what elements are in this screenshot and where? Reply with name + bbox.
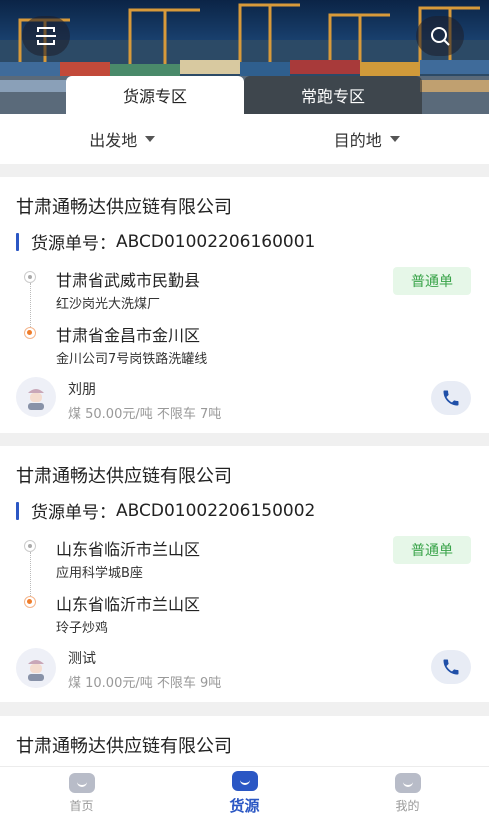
app-root: 货源专区 常跑专区 出发地 目的地 甘肃通畅达供应链有限公司 货源单号： ABC…: [0, 0, 489, 820]
company-name: 甘肃通畅达供应链有限公司: [16, 197, 232, 218]
nav-label: 我的: [395, 799, 420, 813]
order-number: ABCD01002206150002: [116, 500, 316, 521]
origin-filter[interactable]: 出发地: [0, 127, 245, 151]
nav-label: 首页: [69, 799, 94, 813]
price-info: 煤 50.00元/吨 不限车 7吨: [68, 407, 222, 422]
phone-icon: [443, 390, 459, 406]
filter-bar: 出发地 目的地: [0, 114, 489, 164]
driver-name: 测试: [68, 651, 96, 667]
user-avatar-icon: [28, 660, 44, 681]
home-icon: [68, 773, 95, 793]
scan-button[interactable]: [22, 16, 70, 56]
bottom-nav: 首页 货源 我的: [0, 766, 489, 820]
origin-filter-label: 出发地: [89, 131, 138, 150]
origin-dot-icon: [24, 271, 36, 283]
user-avatar-icon: [28, 389, 44, 410]
nav-label: 货源: [229, 797, 260, 815]
price-info: 煤 10.00元/吨 不限车 9吨: [68, 676, 222, 691]
origin-city: 山东省临沂市兰山区: [56, 540, 201, 559]
tab-cargo-zone[interactable]: 货源专区: [66, 76, 244, 114]
route-line: [30, 283, 31, 329]
origin-dot-icon: [24, 540, 36, 552]
order-type-badge: 普通单: [393, 536, 471, 564]
call-button[interactable]: [431, 650, 471, 684]
route-line: [30, 552, 31, 598]
avatar: [16, 648, 56, 688]
cargo-card[interactable]: 甘肃通畅达供应链有限公司 货源单号： ABCD01002206160001 甘肃…: [0, 177, 489, 433]
destination-filter-label: 目的地: [333, 131, 382, 150]
nav-home[interactable]: 首页: [0, 767, 163, 820]
destination-dot-icon: [24, 327, 36, 339]
origin-address: 应用科学城B座: [56, 566, 143, 581]
chevron-down-icon: [145, 136, 156, 142]
profile-icon: [394, 773, 421, 793]
destination-filter[interactable]: 目的地: [245, 127, 489, 151]
header-banner: 货源专区 常跑专区: [0, 0, 489, 114]
order-number-row: 货源单号： ABCD01002206150002: [16, 498, 315, 523]
tab-frequent-zone[interactable]: 常跑专区: [244, 76, 422, 114]
chevron-down-icon: [389, 136, 400, 142]
avatar: [16, 377, 56, 417]
destination-address: 玲子炒鸡: [56, 621, 109, 636]
call-button[interactable]: [431, 381, 471, 415]
accent-bar: [16, 232, 19, 251]
scan-icon: [36, 27, 56, 45]
phone-icon: [443, 659, 459, 675]
origin-city: 甘肃省武威市民勤县: [56, 271, 201, 290]
destination-dot-icon: [24, 596, 36, 608]
accent-bar: [16, 501, 19, 520]
order-number: ABCD01002206160001: [116, 231, 316, 252]
cargo-card[interactable]: 甘肃通畅达供应链有限公司 货源单号： ABCD01002206150002 山东…: [0, 446, 489, 702]
zone-tabs: 货源专区 常跑专区: [66, 76, 422, 114]
cargo-icon: [231, 771, 258, 791]
nav-mine[interactable]: 我的: [326, 767, 489, 820]
search-icon: [431, 27, 450, 46]
destination-address: 金川公司7号岗铁路洗罐线: [56, 352, 208, 367]
order-label: 货源单号：: [31, 503, 116, 523]
destination-city: 甘肃省金昌市金川区: [56, 326, 201, 345]
search-button[interactable]: [416, 16, 464, 56]
destination-city: 山东省临沂市兰山区: [56, 595, 201, 614]
order-type-badge: 普通单: [393, 267, 471, 295]
nav-cargo[interactable]: 货源: [163, 767, 326, 820]
company-name: 甘肃通畅达供应链有限公司: [16, 466, 232, 487]
driver-name: 刘朋: [68, 382, 96, 398]
order-label: 货源单号：: [31, 234, 116, 254]
company-name: 甘肃通畅达供应链有限公司: [16, 736, 232, 757]
origin-address: 红沙岗光大洗煤厂: [56, 297, 161, 312]
order-number-row: 货源单号： ABCD01002206160001: [16, 229, 315, 254]
